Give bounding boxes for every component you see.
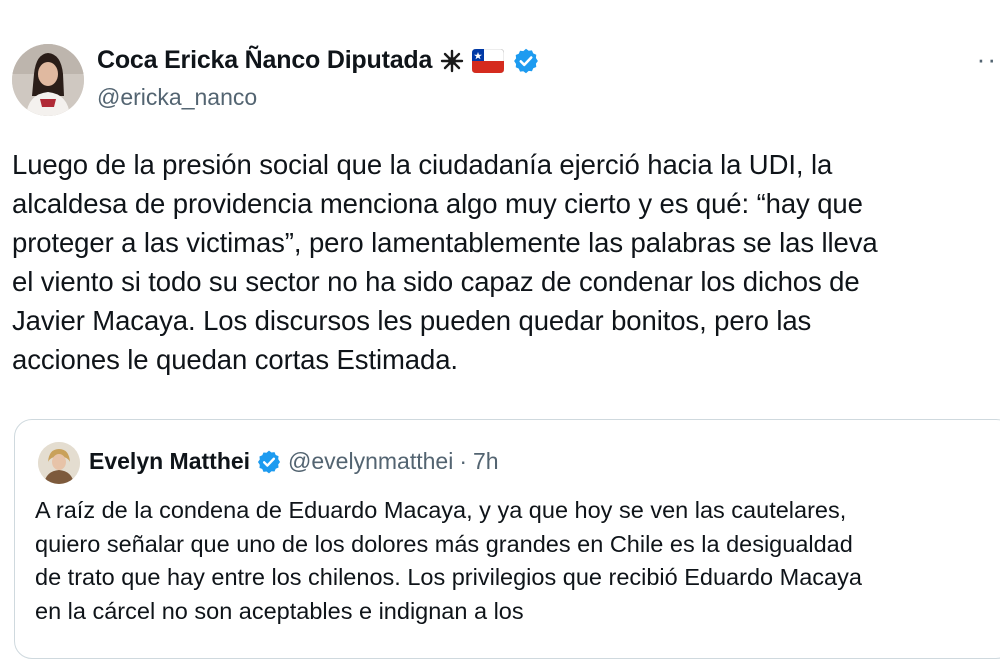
sparkle-emoji-icon [440,49,464,73]
author-avatar[interactable] [12,44,84,116]
author-handle[interactable]: @ericka_nanco [97,84,257,111]
tweet-text: Luego de la presión social que la ciudad… [12,149,878,375]
quoted-author-name[interactable]: Evelyn Matthei [89,448,250,475]
quoted-author-avatar[interactable] [38,442,80,484]
quoted-author-header: Evelyn Matthei @evelynmatthei · 7h [89,448,499,475]
more-options-icon[interactable]: ·· [977,46,998,72]
chile-flag-icon [472,48,505,73]
quoted-author-handle[interactable]: @evelynmatthei [288,448,453,475]
separator-dot: · [459,448,467,474]
author-display-name[interactable]: Coca Ericka Ñanco Diputada [97,46,432,75]
verified-badge-icon[interactable] [512,47,540,75]
quoted-tweet[interactable]: Evelyn Matthei @evelynmatthei · 7h A raí… [14,419,1000,659]
author-header: Coca Ericka Ñanco Diputada [97,46,540,75]
quoted-timestamp[interactable]: 7h [473,448,499,475]
tweet-card: Coca Ericka Ñanco Diputada @ericka_nanco… [0,0,1000,659]
verified-badge-icon[interactable] [256,449,282,475]
quoted-tweet-text: A raíz de la condena de Eduardo Macaya, … [35,497,862,624]
